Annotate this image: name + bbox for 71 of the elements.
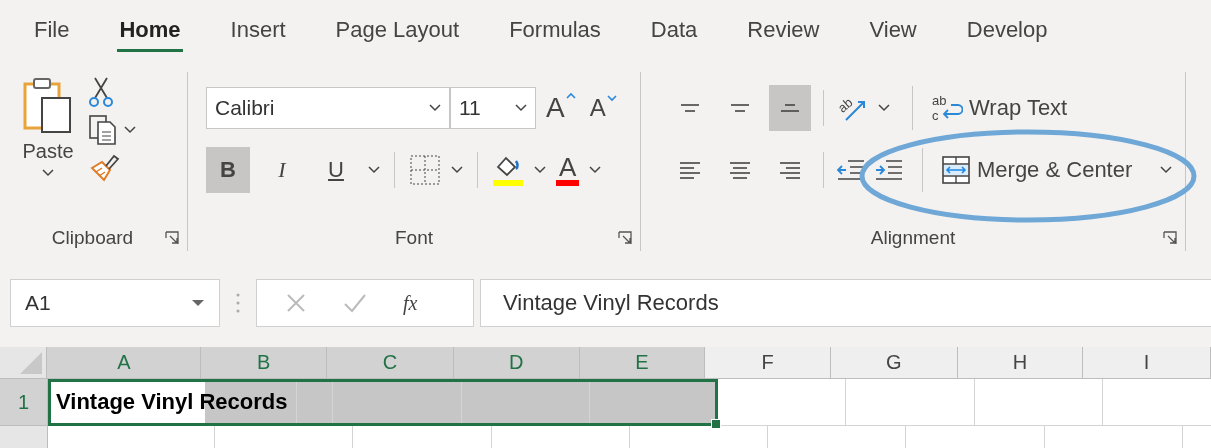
align-lines-icon bbox=[680, 161, 700, 179]
font-style-button[interactable]: U bbox=[314, 147, 358, 193]
caret-icon bbox=[1160, 166, 1173, 174]
font-style-button[interactable]: B bbox=[206, 147, 250, 193]
paste-button[interactable]: Paste bbox=[22, 76, 74, 221]
clipboard-icon bbox=[22, 76, 74, 134]
column-header[interactable]: G bbox=[830, 347, 958, 378]
dialog-launcher-icon[interactable] bbox=[1163, 231, 1177, 245]
column-header[interactable]: I bbox=[1083, 347, 1211, 378]
merge-cells-icon bbox=[941, 155, 971, 185]
caret-icon bbox=[429, 104, 441, 112]
align-bottom-button[interactable] bbox=[769, 85, 811, 131]
caret-icon[interactable] bbox=[534, 166, 546, 174]
caret-icon[interactable] bbox=[124, 126, 136, 134]
align-lines-icon bbox=[730, 161, 750, 179]
row-header[interactable]: 1 bbox=[0, 379, 48, 426]
dialog-launcher-icon[interactable] bbox=[165, 231, 179, 245]
column-header[interactable]: C bbox=[327, 347, 454, 378]
ribbon-tab[interactable]: Review bbox=[745, 10, 822, 52]
cell[interactable] bbox=[718, 379, 846, 426]
ribbon-tab[interactable]: Page Layout bbox=[333, 10, 462, 52]
column-header[interactable]: A bbox=[47, 347, 202, 378]
group-label: Clipboard bbox=[51, 227, 134, 249]
copy-icon[interactable] bbox=[88, 114, 118, 146]
column-header[interactable]: E bbox=[579, 347, 706, 378]
fill-handle[interactable] bbox=[711, 419, 721, 429]
column-header[interactable]: H bbox=[957, 347, 1084, 378]
caret-icon bbox=[515, 104, 527, 112]
cell[interactable] bbox=[975, 379, 1103, 426]
chevron-icon bbox=[606, 94, 617, 102]
font-style-button[interactable]: I bbox=[260, 147, 304, 193]
decrease-indent-icon[interactable] bbox=[836, 158, 866, 182]
cell-text: Vintage Vinyl Records bbox=[55, 389, 289, 415]
checkmark-icon[interactable] bbox=[343, 292, 367, 314]
caret-icon[interactable] bbox=[368, 166, 380, 174]
ribbon-tab[interactable]: Home bbox=[117, 10, 183, 52]
ribbon-tab[interactable]: Insert bbox=[228, 10, 288, 52]
wrap-text-button[interactable]: ab c Wrap Text bbox=[927, 93, 1072, 123]
cell[interactable] bbox=[846, 379, 975, 426]
column-header[interactable]: F bbox=[705, 347, 831, 378]
dialog-launcher-icon[interactable] bbox=[618, 231, 632, 245]
align-lines-icon bbox=[781, 104, 799, 112]
caret-icon[interactable] bbox=[589, 166, 602, 174]
grow-font-button[interactable]: A bbox=[542, 92, 580, 124]
align-lines-icon bbox=[780, 161, 800, 179]
dropdown-arrow-icon bbox=[191, 299, 205, 307]
align-lines-icon bbox=[731, 104, 749, 112]
paintbrush-icon[interactable] bbox=[88, 152, 120, 182]
column-header[interactable]: B bbox=[201, 347, 328, 378]
scissors-icon[interactable] bbox=[88, 76, 114, 108]
group-label: Alignment bbox=[870, 227, 956, 249]
font-color-button[interactable]: A bbox=[556, 154, 580, 186]
ribbon-tab[interactable]: Formulas bbox=[507, 10, 603, 52]
ribbon-tab[interactable]: View bbox=[867, 10, 919, 52]
font-size-dropdown[interactable]: 11 bbox=[450, 87, 536, 129]
caret-icon bbox=[42, 169, 54, 177]
increase-indent-icon[interactable] bbox=[874, 158, 904, 182]
align-lines-icon bbox=[681, 104, 699, 112]
ribbon-tab[interactable]: Data bbox=[648, 10, 700, 52]
shrink-font-button[interactable]: A bbox=[585, 94, 621, 122]
insert-function-button[interactable]: fx bbox=[403, 291, 418, 315]
column-header[interactable]: D bbox=[453, 347, 580, 378]
ribbon-tab[interactable]: Develop bbox=[964, 10, 1050, 52]
ribbon-tab[interactable]: File bbox=[32, 10, 72, 52]
name-box[interactable]: A1 bbox=[10, 279, 220, 327]
chevron-icon bbox=[565, 92, 576, 100]
formula-input[interactable]: Vintage Vinyl Records bbox=[480, 279, 1211, 327]
font-name-dropdown[interactable]: Calibri bbox=[206, 87, 450, 129]
caret-icon[interactable] bbox=[878, 104, 890, 112]
caret-icon[interactable] bbox=[451, 166, 463, 174]
group-label: Font bbox=[395, 227, 433, 249]
